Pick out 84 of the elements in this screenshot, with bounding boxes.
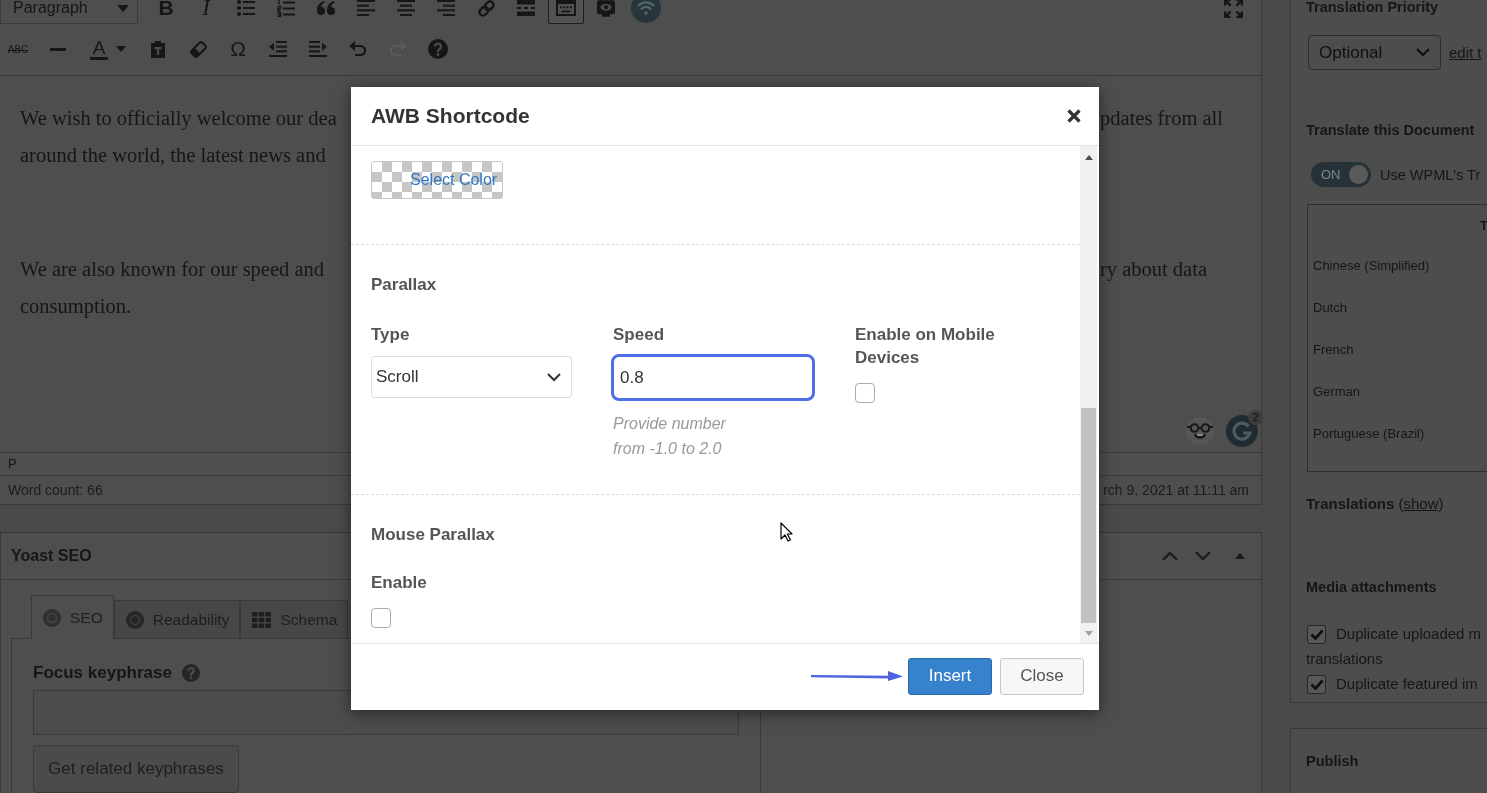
panel-title: Yoast SEO: [11, 547, 92, 565]
checkbox[interactable]: [855, 383, 875, 403]
language-name: Portuguese (Brazil): [1313, 426, 1425, 441]
paste-as-text-icon: [150, 40, 166, 58]
section-heading: Mouse Parallax: [371, 525, 495, 545]
align-right-icon: [437, 0, 455, 16]
section-heading: Translation Priority: [1306, 0, 1439, 17]
chevron-up-icon[interactable]: [1162, 551, 1178, 561]
scrollbar-thumb[interactable]: [1081, 408, 1096, 623]
triangle-up-icon[interactable]: [1235, 553, 1245, 559]
blockquote-icon: [317, 1, 335, 15]
chevron-down-icon: [547, 372, 561, 382]
score-dot-icon: [125, 610, 144, 629]
align-left-icon: [357, 0, 375, 16]
eraser-icon: [189, 40, 207, 58]
close-button[interactable]: [1066, 108, 1082, 124]
language-name: French: [1313, 342, 1354, 357]
format-select[interactable]: Paragraph: [0, 0, 138, 24]
caret-icon: [117, 4, 129, 12]
score-dot-icon: [43, 608, 61, 627]
close-icon: [1067, 109, 1081, 123]
paragraph-text: We wish to officially welcome our dea: [20, 106, 337, 132]
input-field[interactable]: 0.8: [611, 354, 815, 401]
field-hint: Provide number from -1.0 to 2.0: [613, 414, 728, 459]
special-character-button[interactable]: Ω: [220, 33, 256, 65]
wifi-icon: [631, 0, 661, 23]
bullet-list-icon: [237, 0, 255, 16]
section-heading: Parallax: [371, 275, 437, 295]
field-label: Type: [371, 324, 410, 346]
select-field[interactable]: Scroll: [371, 356, 572, 398]
scroll-up-icon[interactable]: [1084, 155, 1093, 160]
link-icon: [476, 0, 496, 18]
numbered-list-icon: [277, 0, 295, 17]
priority-select[interactable]: Optional: [1308, 35, 1441, 70]
help-icon[interactable]: [181, 664, 200, 682]
checkbox[interactable]: [1307, 624, 1326, 644]
checkbox[interactable]: [1307, 674, 1326, 694]
modal-title: AWB Shortcode: [371, 104, 530, 128]
field-label: Speed: [613, 324, 665, 346]
field-label: Enable: [371, 572, 427, 594]
section-heading: Publish: [1306, 752, 1359, 771]
checkbox[interactable]: [371, 608, 391, 628]
toggle-switch[interactable]: ON: [1311, 162, 1371, 187]
bold-button[interactable]: B: [148, 0, 184, 24]
field-label: Enable on Mobile Devices: [855, 324, 996, 369]
section-heading: Media attachments: [1306, 578, 1437, 597]
keyboard-button[interactable]: [548, 0, 584, 24]
language-name: Chinese (Simplified): [1313, 258, 1430, 273]
nerd-face-icon[interactable]: [1186, 417, 1214, 445]
secondary-button[interactable]: Close: [1000, 657, 1084, 695]
paragraph-text: We are also known for our speed and: [20, 257, 325, 283]
section-heading: Translate this Document: [1306, 121, 1475, 140]
element-path: P: [8, 456, 17, 471]
outdent-icon: [269, 41, 287, 57]
primary-button[interactable]: Insert: [908, 657, 992, 695]
align-center-icon: [397, 0, 415, 16]
mouse-pointer-icon: [780, 522, 793, 542]
grammarly-icon[interactable]: [1226, 415, 1258, 447]
paragraph-text: consumption.: [20, 294, 132, 320]
read-more-icon: [517, 0, 535, 16]
checkmark-icon: [1309, 628, 1324, 640]
chevron-down-icon[interactable]: [1195, 551, 1211, 561]
option-label: translations: [1306, 649, 1383, 669]
select-color-button[interactable]: Select Color: [371, 161, 503, 199]
fullscreen-icon: [1223, 0, 1243, 18]
paragraph-text: around the world, the latest news and: [20, 143, 326, 168]
text-color-button[interactable]: A: [80, 33, 136, 65]
checkmark-icon: [1309, 678, 1324, 690]
language-name: German: [1313, 384, 1360, 399]
keyboard-icon: [556, 0, 576, 16]
caret-icon: [116, 46, 127, 52]
indent-icon: [309, 41, 327, 57]
undo-icon: [349, 41, 367, 57]
grid-icon: [252, 611, 272, 628]
paragraph-text: ry about data: [1100, 257, 1207, 283]
scroll-down-icon[interactable]: [1084, 631, 1093, 636]
field-label: Focus keyphrase: [33, 662, 172, 684]
chevron-down-icon: [1416, 48, 1430, 57]
scrollbar-track[interactable]: [1080, 146, 1097, 643]
help-icon: [428, 39, 448, 59]
paragraph-text: pdates from all: [1100, 106, 1223, 132]
wifi-button[interactable]: [628, 0, 664, 24]
italic-button[interactable]: I: [188, 0, 224, 24]
strikethrough-button[interactable]: ABC: [0, 33, 36, 65]
